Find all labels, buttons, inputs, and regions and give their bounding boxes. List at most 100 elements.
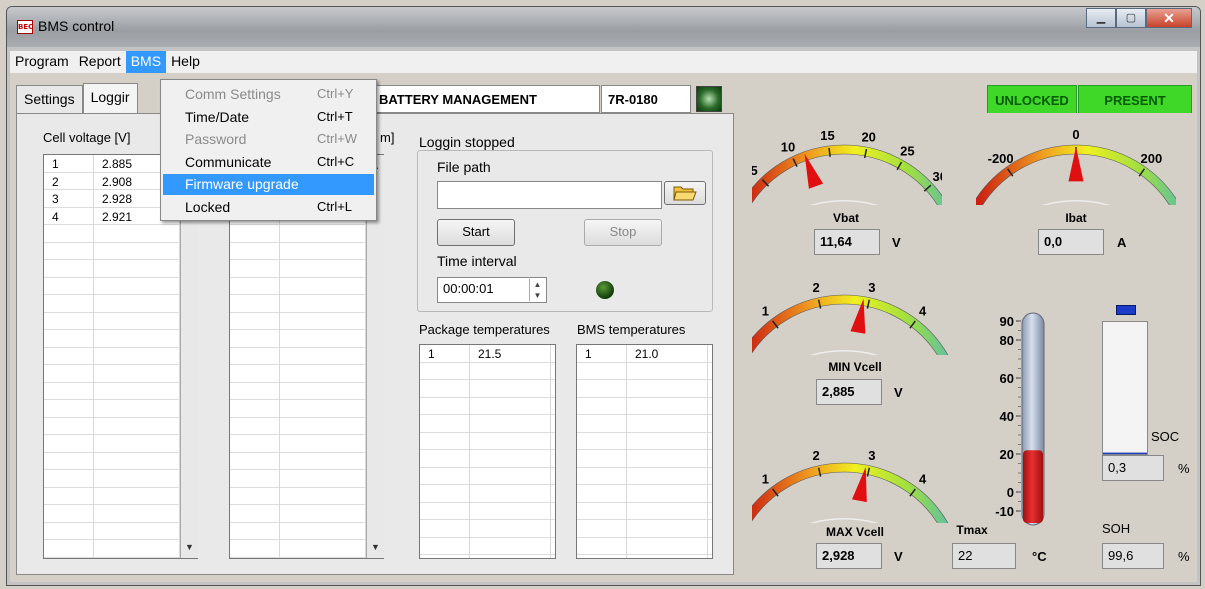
cell-voltage-row[interactable] [44, 330, 197, 348]
soc-bar [1102, 321, 1148, 455]
max-vcell-unit: V [894, 549, 903, 564]
package-temp-row[interactable]: 1 21.5 [420, 345, 555, 363]
bms-temp-row[interactable] [577, 380, 712, 398]
second-list-row[interactable] [230, 400, 383, 418]
package-temp-row[interactable] [420, 450, 555, 468]
bms-temp-row[interactable] [577, 538, 712, 555]
cell-voltage-row[interactable] [44, 225, 197, 243]
second-list-row[interactable] [230, 348, 383, 365]
package-temp-row[interactable] [420, 415, 555, 433]
cell-voltage-row[interactable] [44, 418, 197, 435]
package-temp-row[interactable] [420, 433, 555, 450]
cell-voltage-row[interactable] [44, 260, 197, 278]
menu-program[interactable]: Program [10, 51, 74, 73]
second-list-row[interactable] [230, 505, 383, 523]
menu-item-locked[interactable]: Locked Ctrl+L [163, 197, 374, 218]
package-temp-row[interactable] [420, 520, 555, 538]
second-list-row[interactable] [230, 470, 383, 488]
vbat-gauge: 05101520253034 [752, 128, 942, 205]
bms-temp-row[interactable] [577, 485, 712, 503]
present-badge: PRESENT [1078, 85, 1192, 115]
menu-help[interactable]: Help [166, 51, 205, 73]
bms-temperatures-list[interactable]: 1 21.0 [576, 344, 713, 559]
second-list-row[interactable] [230, 260, 383, 278]
cell-voltage-row[interactable] [44, 365, 197, 383]
bms-temp-row[interactable]: 1 21.0 [577, 345, 712, 363]
bms-temp-row[interactable] [577, 468, 712, 485]
cell-voltage-row[interactable] [44, 278, 197, 295]
menu-item-password[interactable]: Password Ctrl+W [163, 129, 374, 150]
menu-report[interactable]: Report [74, 51, 126, 73]
cell-voltage-row[interactable] [44, 470, 197, 488]
bms-temp-row[interactable] [577, 415, 712, 433]
package-temp-row[interactable] [420, 468, 555, 485]
second-list-row[interactable] [230, 278, 383, 295]
bms-temp-row[interactable] [577, 503, 712, 520]
maximize-button[interactable]: ▢ [1116, 8, 1146, 28]
package-temp-row[interactable] [420, 380, 555, 398]
bms-temp-row[interactable] [577, 450, 712, 468]
second-list-row[interactable] [230, 295, 383, 313]
tmax-label: Tmax [956, 523, 988, 537]
cell-voltage-row[interactable] [44, 313, 197, 330]
close-button[interactable]: ✕ [1146, 8, 1192, 28]
tab-settings[interactable]: Settings [16, 85, 83, 113]
bms-temp-row[interactable] [577, 520, 712, 538]
second-list-row[interactable] [230, 523, 383, 540]
soh-unit: % [1178, 549, 1190, 564]
package-temp-row-index: 1 [428, 347, 435, 361]
soh-value: 99,6 [1102, 543, 1164, 569]
cell-voltage-row[interactable] [44, 348, 197, 365]
second-list-row[interactable] [230, 365, 383, 383]
file-path-input[interactable] [437, 181, 662, 209]
menu-bms[interactable]: BMS [125, 51, 167, 73]
second-list-row[interactable] [230, 243, 383, 260]
menu-item-shortcut: Ctrl+L [317, 198, 353, 214]
thermometer-tick-label: 80 [1000, 333, 1014, 348]
second-list-row[interactable] [230, 453, 383, 470]
cell-voltage-row[interactable] [44, 400, 197, 418]
title-bar[interactable]: BEC BMS control ▁ ▢ ✕ [7, 7, 1200, 47]
start-button[interactable]: Start [437, 219, 515, 246]
bms-temp-row[interactable] [577, 363, 712, 380]
bms-temp-row[interactable] [577, 433, 712, 450]
cell-voltage-row[interactable] [44, 505, 197, 523]
gauge-tick-label: 3 [868, 448, 875, 463]
package-temperatures-list[interactable]: 1 21.5 [419, 344, 556, 559]
second-list-row[interactable] [230, 435, 383, 453]
second-list-row[interactable] [230, 225, 383, 243]
second-list-row[interactable] [230, 540, 383, 558]
second-list-row[interactable] [230, 330, 383, 348]
package-temp-row[interactable] [420, 363, 555, 380]
package-temp-row[interactable] [420, 398, 555, 415]
menu-item-firmware-upgrade[interactable]: Firmware upgrade [163, 174, 374, 195]
cell-voltage-row[interactable] [44, 295, 197, 313]
package-temp-row[interactable] [420, 503, 555, 520]
bms-dropdown-menu: Comm Settings Ctrl+Y Time/Date Ctrl+T Passwo… [160, 79, 377, 221]
menu-item-time-date[interactable]: Time/Date Ctrl+T [163, 107, 374, 128]
second-list-row[interactable] [230, 418, 383, 435]
second-list-row[interactable] [230, 488, 383, 505]
cell-voltage-row[interactable] [44, 383, 197, 400]
bms-temp-row[interactable] [577, 398, 712, 415]
second-list-row[interactable] [230, 313, 383, 330]
cell-voltage-row[interactable] [44, 488, 197, 505]
cell-voltage-row[interactable] [44, 540, 197, 558]
package-temp-row[interactable] [420, 485, 555, 503]
thermometer-tick-label: 90 [1000, 314, 1014, 329]
tab-logging[interactable]: Loggir [82, 83, 138, 113]
cell-voltage-row[interactable] [44, 453, 197, 470]
time-interval-spinner[interactable]: ▲ ▼ [529, 279, 545, 301]
browse-folder-button[interactable] [664, 181, 706, 205]
vbat-label: Vbat [832, 211, 859, 225]
gauge-tick-label: 2 [812, 280, 819, 295]
cell-voltage-row[interactable] [44, 243, 197, 260]
stop-button[interactable]: Stop [584, 219, 662, 246]
minimize-button[interactable]: ▁ [1086, 8, 1116, 28]
menu-item-comm-settings[interactable]: Comm Settings Ctrl+Y [163, 84, 374, 105]
cell-voltage-row[interactable] [44, 523, 197, 540]
menu-item-communicate[interactable]: Communicate Ctrl+C [163, 152, 374, 173]
second-list-row[interactable] [230, 383, 383, 400]
cell-voltage-row[interactable] [44, 435, 197, 453]
package-temp-row[interactable] [420, 538, 555, 555]
